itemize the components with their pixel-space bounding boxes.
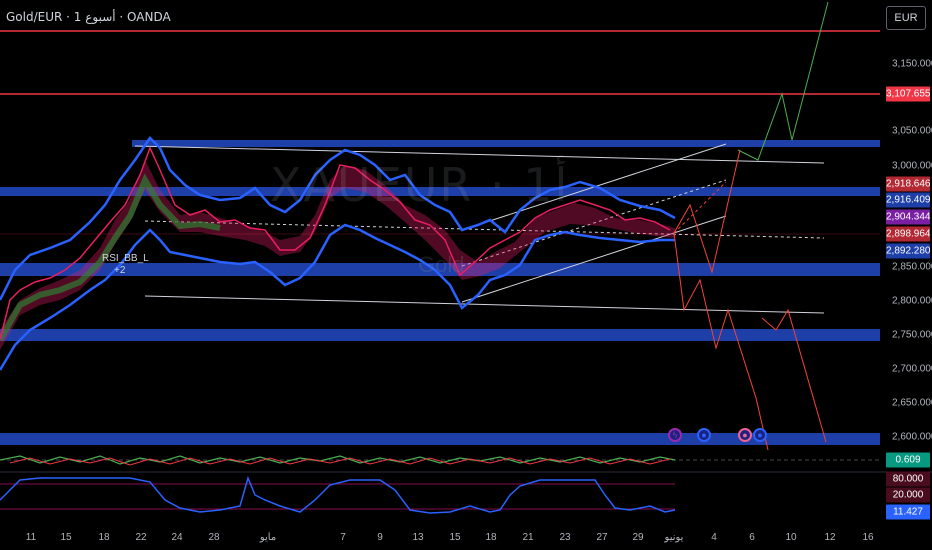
time-tick: 6 xyxy=(749,532,755,543)
name-watermark: Gold xyxy=(418,252,465,277)
time-tick: 7 xyxy=(340,532,346,543)
price-tick: 2,650.000 xyxy=(892,397,932,409)
price-tick: 2,850.000 xyxy=(892,261,932,273)
dividend-marker-icon[interactable]: ● xyxy=(697,428,711,442)
price-label-2898[interactable]: 2,898.964 xyxy=(886,226,931,242)
chart-window: Gold/EUR · 1 أسبوع · OANDA EUR XAUEUR · … xyxy=(0,0,932,550)
time-tick: 24 xyxy=(171,532,183,543)
time-tick: 16 xyxy=(862,532,874,543)
time-tick: 23 xyxy=(559,532,571,543)
channel-lower[interactable] xyxy=(144,295,825,314)
time-axis[interactable]: 11 15 18 22 24 28 مايو 7 9 13 15 18 21 2… xyxy=(0,526,878,550)
price-tick: 2,600.000 xyxy=(892,431,932,443)
time-tick: 29 xyxy=(632,532,644,543)
time-tick: 22 xyxy=(135,532,147,543)
dividend-marker-icon[interactable]: ● xyxy=(753,428,767,442)
price-tick: 3,150.000 xyxy=(892,58,932,70)
price-label-2916[interactable]: 2,916.409 xyxy=(886,192,931,208)
price-tick: 2,800.000 xyxy=(892,295,932,307)
price-tick: 2,700.000 xyxy=(892,363,932,375)
price-label-2918[interactable]: 2,918.646 xyxy=(886,176,931,192)
indicator-value: +2 xyxy=(114,265,126,276)
price-scale[interactable]: 3,150.000 3,050.000 3,000.000 2,850.000 … xyxy=(878,0,932,526)
time-tick: 18 xyxy=(98,532,110,543)
price-label-2904[interactable]: 2,904.344 xyxy=(886,209,931,225)
time-tick: مايو xyxy=(259,532,277,543)
time-tick: 10 xyxy=(785,532,797,543)
price-label-3107[interactable]: 3,107.655 xyxy=(886,86,931,102)
time-tick: 21 xyxy=(522,532,534,543)
bull-projection-tail xyxy=(673,149,741,274)
time-tick: 12 xyxy=(824,532,836,543)
price-tick: 3,000.000 xyxy=(892,160,932,172)
osc-label-20[interactable]: 20.000 xyxy=(886,487,930,503)
event-marker-icon[interactable]: ● xyxy=(738,428,752,442)
symbol-watermark: XAUEUR · 1أ xyxy=(270,158,568,212)
time-tick: 15 xyxy=(449,532,461,543)
time-tick: 27 xyxy=(596,532,608,543)
indicator-name: RSI_BB_L xyxy=(102,253,149,264)
price-tick: 3,050.000 xyxy=(892,125,932,137)
time-tick: 9 xyxy=(377,532,383,543)
time-tick: يونيو xyxy=(664,532,684,543)
zone-2750[interactable] xyxy=(0,329,880,341)
osc-label-stoch[interactable]: 11.427 xyxy=(886,504,930,520)
stoch-line xyxy=(0,475,676,514)
zone-3050[interactable] xyxy=(132,140,880,147)
time-tick: 4 xyxy=(711,532,717,543)
bull-projection[interactable] xyxy=(737,1,829,161)
osc-label-80[interactable]: 80.000 xyxy=(886,471,930,487)
time-tick: 13 xyxy=(412,532,424,543)
indicator-legend[interactable]: RSI_BB_L +2 xyxy=(102,253,149,277)
symbol-title[interactable]: Gold/EUR · 1 أسبوع · OANDA xyxy=(6,10,171,24)
time-tick: 18 xyxy=(485,532,497,543)
price-label-2892[interactable]: 2,892.280 xyxy=(886,243,931,259)
time-tick: 11 xyxy=(25,532,37,543)
osc-label-value[interactable]: 0.609 xyxy=(886,452,930,468)
price-tick: 2,750.000 xyxy=(892,329,932,341)
time-tick: 15 xyxy=(60,532,72,543)
time-tick: 28 xyxy=(208,532,220,543)
lightning-marker-icon[interactable]: ϟ xyxy=(668,428,682,442)
